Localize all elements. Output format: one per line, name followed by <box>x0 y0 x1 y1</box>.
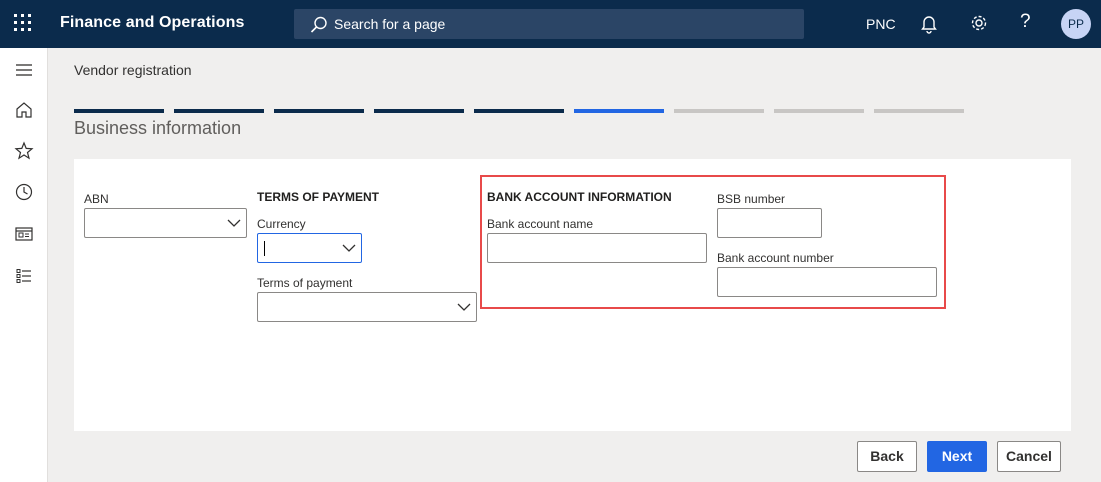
currency-dropdown[interactable] <box>257 233 362 263</box>
chevron-down-icon <box>457 303 471 311</box>
page-title: Vendor registration <box>74 62 192 78</box>
wizard-step-6 <box>574 109 664 113</box>
help-icon[interactable]: ? <box>1020 11 1031 33</box>
home-icon[interactable] <box>14 100 34 120</box>
notifications-bell-icon[interactable] <box>921 14 937 34</box>
left-navigation <box>0 48 48 482</box>
app-title[interactable]: Finance and Operations <box>60 14 244 32</box>
cancel-button[interactable]: Cancel <box>997 441 1061 472</box>
modules-list-icon[interactable] <box>14 266 34 286</box>
section-title: Business information <box>74 118 242 138</box>
wizard-step-8 <box>774 109 864 113</box>
next-button[interactable]: Next <box>927 441 987 472</box>
terms-of-payment-heading: TERMS OF PAYMENT <box>257 190 380 204</box>
user-avatar[interactable]: PP <box>1061 9 1091 39</box>
wizard-step-2 <box>174 109 264 113</box>
currency-label: Currency <box>257 217 306 231</box>
back-button[interactable]: Back <box>857 441 917 472</box>
company-picker[interactable]: PNC <box>866 16 896 32</box>
settings-gear-icon[interactable] <box>969 13 989 33</box>
search-box[interactable]: Search for a page <box>294 9 804 39</box>
hamburger-menu-icon[interactable] <box>14 60 34 80</box>
terms-of-payment-dropdown[interactable] <box>257 292 477 322</box>
abn-dropdown[interactable] <box>84 208 247 238</box>
recent-clock-icon[interactable] <box>14 182 34 202</box>
wizard-step-5 <box>474 109 564 113</box>
top-bar: Finance and Operations Search for a page… <box>0 0 1101 48</box>
wizard-step-9 <box>874 109 964 113</box>
chevron-down-icon <box>342 244 356 252</box>
favorites-star-icon[interactable] <box>14 141 34 161</box>
highlight-box <box>480 175 946 309</box>
wizard-step-7 <box>674 109 764 113</box>
workspaces-icon[interactable] <box>14 224 34 244</box>
wizard-step-1 <box>74 109 164 113</box>
chevron-down-icon <box>227 219 241 227</box>
wizard-step-3 <box>274 109 364 113</box>
abn-label: ABN <box>84 192 109 206</box>
text-cursor <box>264 241 265 256</box>
app-launcher-icon[interactable] <box>14 14 34 34</box>
search-placeholder: Search for a page <box>334 16 446 32</box>
search-icon <box>310 16 327 33</box>
terms-of-payment-label: Terms of payment <box>257 276 353 290</box>
wizard-step-4 <box>374 109 464 113</box>
